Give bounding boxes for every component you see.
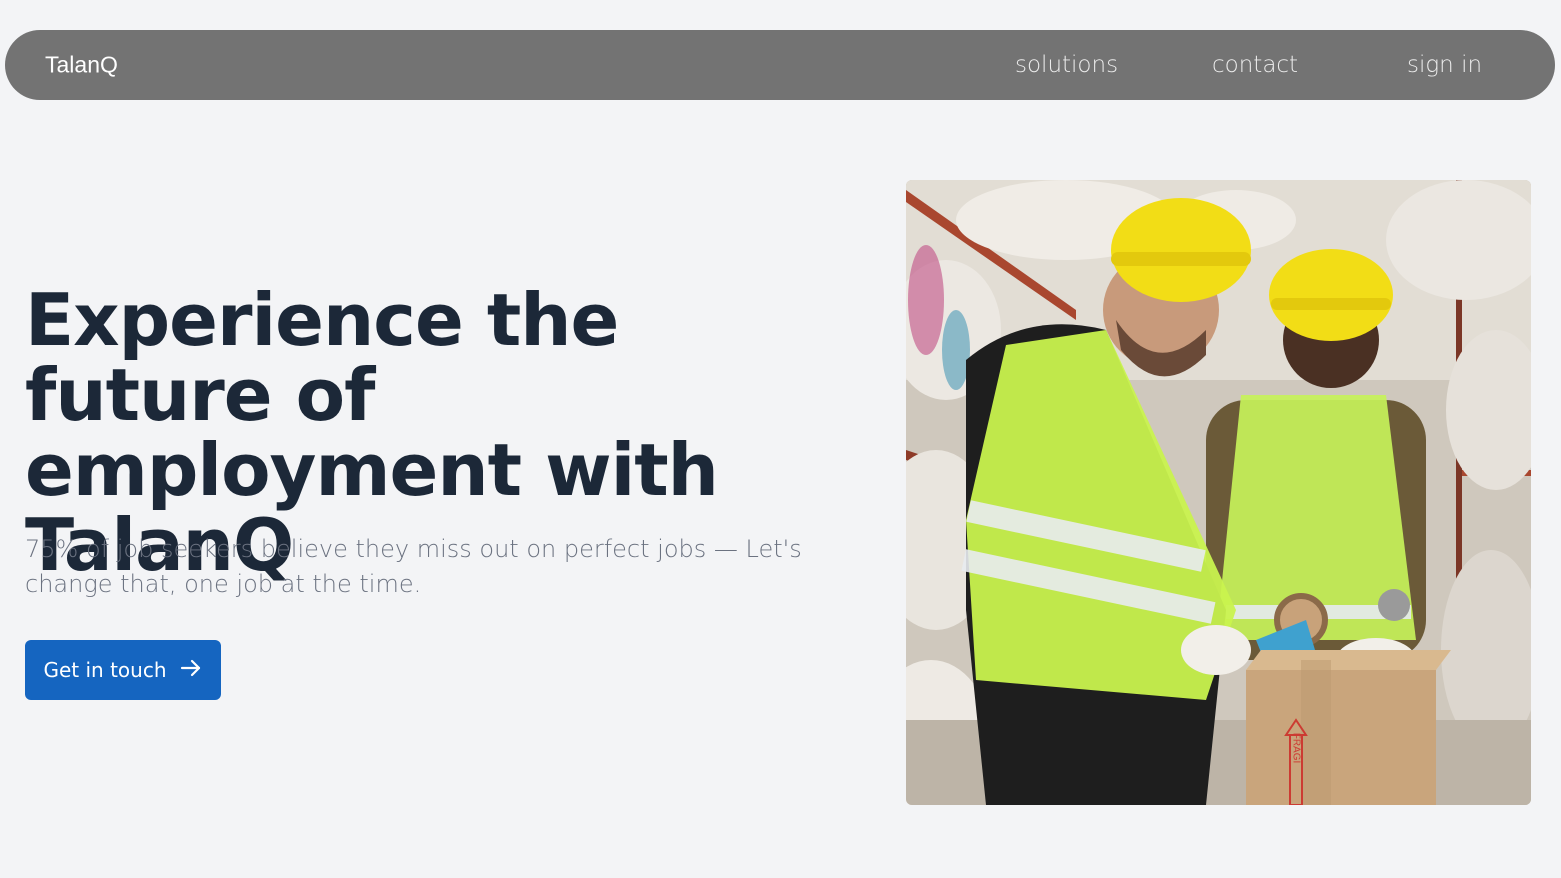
get-in-touch-label: Get in touch [43,658,167,682]
get-in-touch-button[interactable]: Get in touch [25,640,221,700]
top-navbar: TalanQ solutions contact sign in [5,30,1555,100]
hero-subtitle: 75% of job seekers believe they miss out… [25,535,802,598]
nav-link-solutions[interactable]: solutions [1015,52,1118,78]
fragile-box-text: FRAGI [1291,733,1302,764]
hero-image-warehouse-workers: FRAGI [906,180,1531,805]
arrow-right-icon [179,656,203,685]
nav-link-sign-in[interactable]: sign in [1407,52,1482,78]
brand-logo[interactable]: TalanQ [45,52,118,79]
nav-link-contact[interactable]: contact [1212,52,1298,78]
